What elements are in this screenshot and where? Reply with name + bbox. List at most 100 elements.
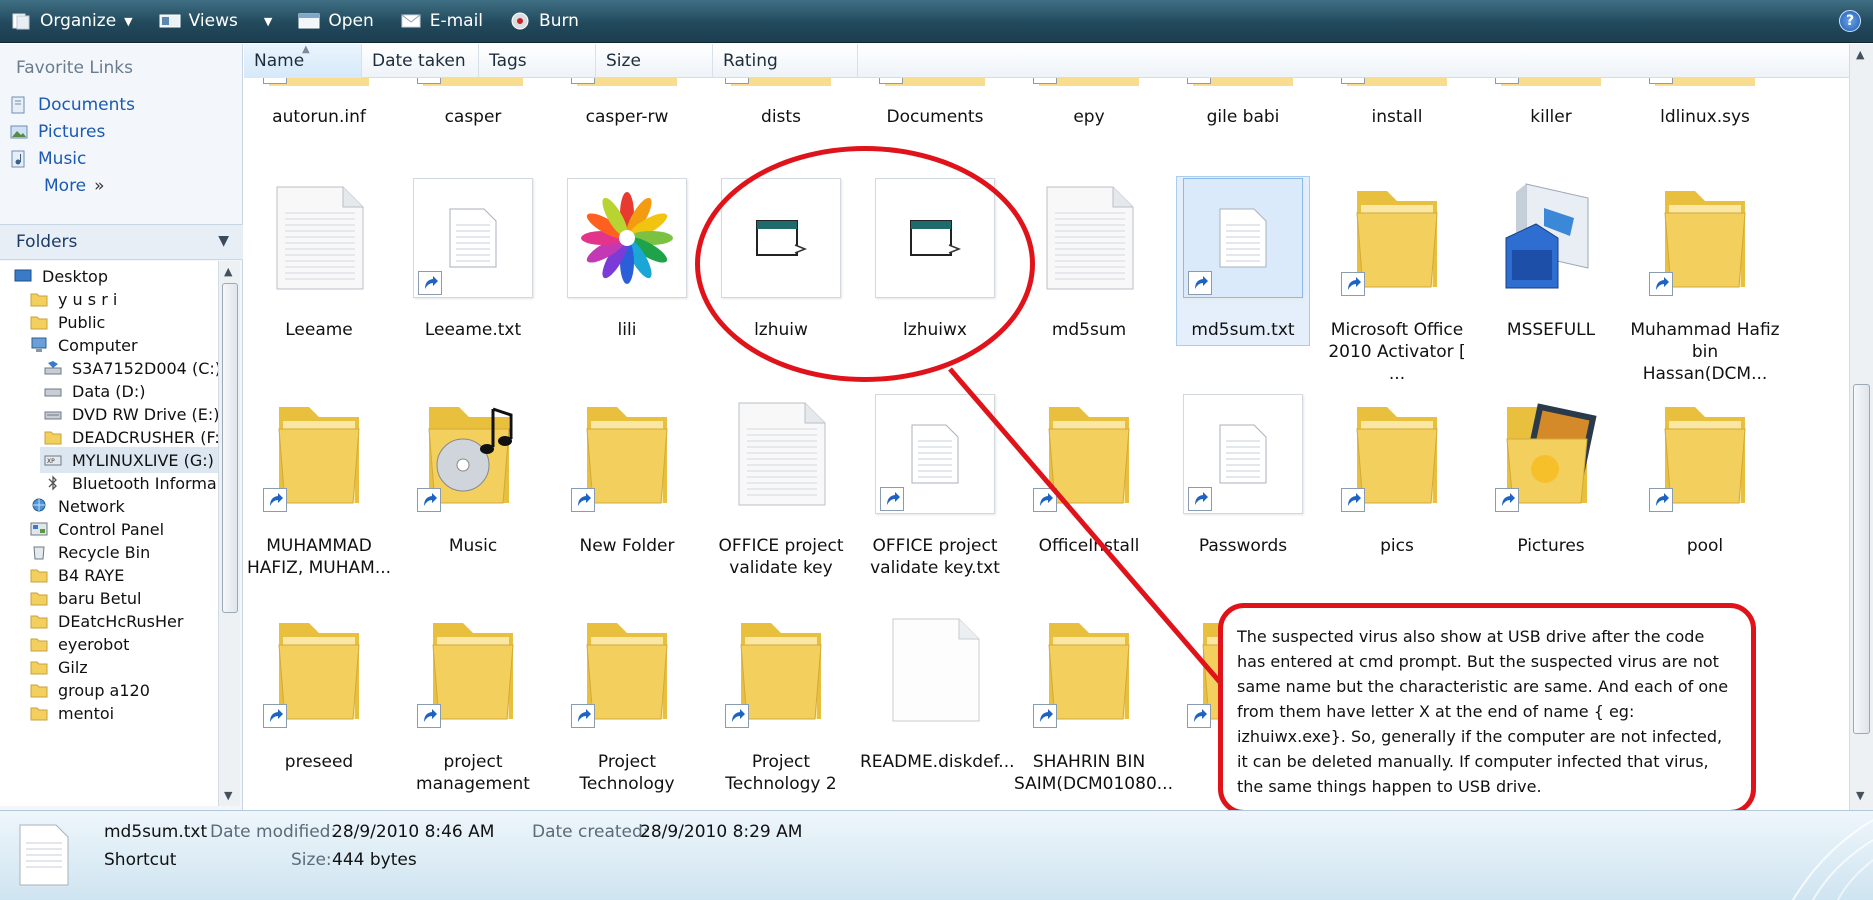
command-toolbar: Organize ▼ Views ▼ Open E-mail Burn ? — [0, 0, 1873, 43]
column-header-date-taken[interactable]: Date taken — [362, 44, 479, 78]
views-button[interactable]: Views ▼ — [159, 6, 273, 36]
network-icon — [32, 498, 46, 512]
file-thumbnail — [1491, 78, 1611, 86]
file-name-label: New Folder — [579, 536, 675, 556]
chevron-down-icon: ▼ — [124, 14, 133, 28]
shortcut-arrow-icon — [417, 488, 441, 512]
document-icon — [738, 402, 826, 506]
scrollbar-thumb[interactable] — [1853, 384, 1870, 734]
scroll-down-icon[interactable]: ▼ — [224, 789, 232, 802]
sort-ascending-icon: ▲ — [302, 44, 310, 55]
text-file-icon — [19, 824, 69, 886]
shortcut-arrow-icon — [1341, 272, 1365, 296]
file-name-label: MUHAMMAD HAFIZ, MUHAM... — [246, 536, 392, 578]
file-name-label: preseed — [284, 752, 354, 772]
shortcut-arrow-icon — [1033, 704, 1057, 728]
file-name-label: OFFICE project validate key.txt — [870, 536, 1000, 578]
tree-item-label: Public — [58, 312, 106, 332]
file-name-label: pics — [1380, 536, 1414, 556]
column-header-rating[interactable]: Rating — [713, 44, 858, 78]
text-file-icon — [1219, 208, 1267, 268]
help-icon[interactable]: ? — [1839, 10, 1861, 32]
decorative-swoosh — [1792, 819, 1873, 900]
tree-item-mentoi[interactable]: mentoi — [30, 700, 114, 726]
file-name-label: Passwords — [1198, 536, 1288, 556]
computer-icon — [31, 337, 47, 352]
more-links-button[interactable]: More » — [44, 173, 105, 199]
navigation-pane: Favorite Links Documents Pictures Music … — [0, 44, 243, 810]
burn-disc-icon — [511, 12, 529, 30]
tree-item-label: Network — [58, 496, 125, 516]
open-button[interactable]: Open — [298, 6, 374, 36]
burn-button[interactable]: Burn — [509, 6, 579, 36]
file-name-label: Leeame — [285, 320, 353, 340]
tree-item-label: Bluetooth Informa — [72, 473, 217, 493]
file-thumbnail — [721, 394, 841, 514]
recycle-bin-icon — [33, 546, 45, 560]
file-list-scrollbar[interactable]: ▲ ▼ — [1849, 44, 1873, 810]
tree-item-label: Recycle Bin — [58, 542, 151, 562]
column-header-name[interactable]: Name ▲ — [244, 44, 362, 78]
file-thumbnail — [413, 178, 533, 298]
column-header-tags[interactable]: Tags — [479, 44, 596, 78]
column-header-size[interactable]: Size — [596, 44, 713, 78]
tree-item-label: Gilz — [58, 657, 88, 677]
file-thumbnail — [1183, 178, 1303, 298]
file-name-label: Muhammad Hafiz bin Hassan(DCM... — [1630, 320, 1780, 384]
tree-item-label: DEADCRUSHER (F: — [72, 427, 218, 447]
annotation-callout: The suspected virus also show at USB dri… — [1218, 603, 1756, 815]
document-icon — [1046, 186, 1134, 290]
shortcut-arrow-icon — [1033, 488, 1057, 512]
tree-item-label: Computer — [58, 335, 138, 355]
favorite-link-pictures[interactable]: Pictures — [10, 119, 105, 145]
file-thumbnail — [259, 78, 379, 86]
favorite-link-documents[interactable]: Documents — [10, 92, 135, 118]
file-name-label: md5sum.txt — [1191, 320, 1295, 340]
chevron-down-icon: ▼ — [263, 14, 273, 28]
file-thumbnail — [1645, 394, 1765, 514]
organize-button[interactable]: Organize ▼ — [10, 6, 133, 36]
file-thumbnail — [259, 178, 379, 298]
folders-header[interactable]: Folders ▼ — [0, 224, 243, 260]
column-label: Tags — [489, 51, 527, 71]
email-icon — [401, 14, 421, 28]
folders-title: Folders — [16, 232, 78, 252]
file-thumbnail — [1337, 78, 1457, 86]
file-name-label: MSSEFULL — [1506, 320, 1596, 340]
tree-item-label: Desktop — [42, 266, 108, 286]
details-size-label: Size: — [291, 850, 332, 870]
folder-tree-scrollbar[interactable]: ▲ ▼ — [218, 261, 240, 806]
folder-icon — [44, 431, 62, 445]
scroll-down-icon[interactable]: ▼ — [1856, 789, 1864, 802]
details-date-modified: 28/9/2010 8:46 AM — [332, 822, 495, 842]
file-name-label: Documents — [886, 107, 984, 127]
views-label: Views — [188, 11, 238, 31]
file-thumbnail — [1029, 610, 1149, 730]
file-thumbnail — [1029, 394, 1149, 514]
more-label: More — [44, 176, 87, 196]
column-label: Size — [606, 51, 641, 71]
file-name-label: lili — [617, 320, 637, 340]
details-date-created: 28/9/2010 8:29 AM — [640, 822, 803, 842]
scrollbar-thumb[interactable] — [222, 283, 238, 613]
views-icon — [159, 14, 181, 28]
file-thumbnail — [1645, 78, 1765, 86]
tree-item-label: eyerobot — [58, 634, 130, 654]
shortcut-arrow-icon — [1188, 271, 1212, 295]
file-thumbnail — [875, 394, 995, 514]
details-date-created-label: Date created: — [532, 822, 649, 842]
file-name-label: project management — [416, 752, 530, 794]
shortcut-arrow-icon — [1649, 488, 1673, 512]
file-name-label: killer — [1530, 107, 1572, 127]
scroll-up-icon[interactable]: ▲ — [224, 265, 232, 278]
burn-label: Burn — [539, 11, 579, 31]
file-name-label: SHAHRIN BIN SAIM(DCM01080... — [1014, 752, 1173, 794]
scroll-up-icon[interactable]: ▲ — [1856, 48, 1864, 61]
favorite-link-music[interactable]: Music — [10, 146, 86, 172]
details-pane: md5sum.txt Date modified: 28/9/2010 8:46… — [0, 810, 1873, 900]
chevron-down-icon: ▼ — [218, 233, 229, 249]
file-thumbnail — [1645, 178, 1765, 298]
lili-flower-icon — [581, 192, 673, 284]
email-button[interactable]: E-mail — [400, 6, 483, 36]
mssefull-installer-icon — [1505, 183, 1589, 289]
